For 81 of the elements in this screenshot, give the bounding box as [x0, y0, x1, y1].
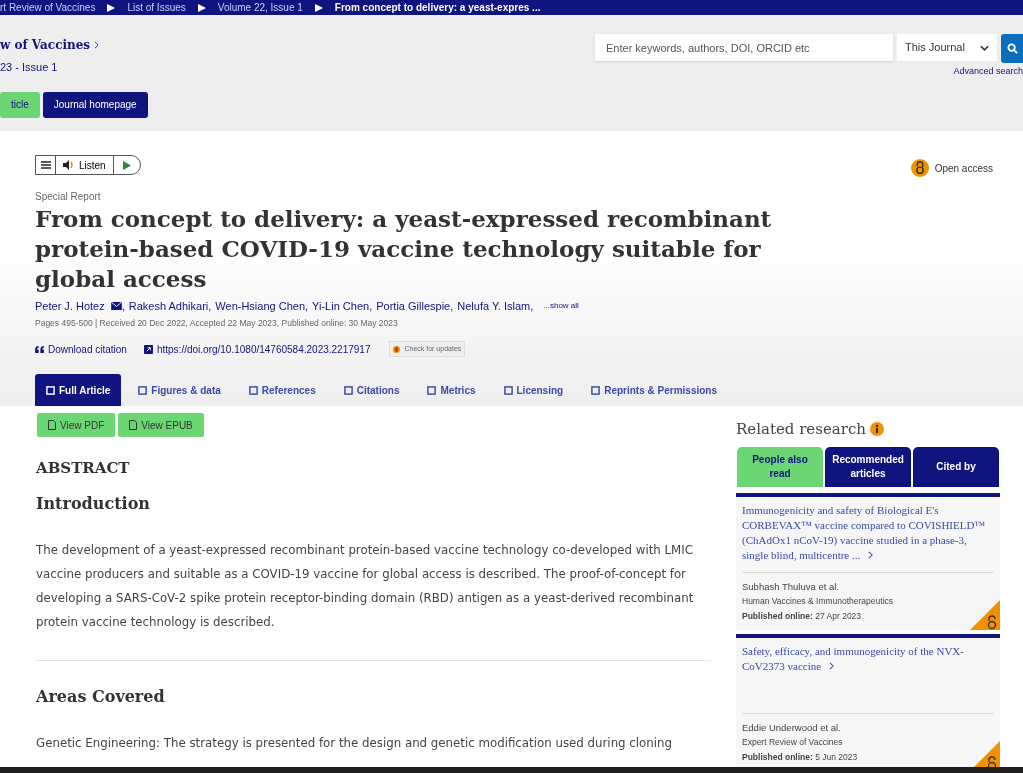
chevron-icon [829, 661, 835, 670]
advanced-search-link[interactable]: Advanced search [953, 65, 1023, 79]
author-separator: , [305, 299, 309, 314]
show-all-link[interactable]: ...show all [543, 300, 579, 313]
author-separator: , [121, 299, 125, 314]
related-authors: Eddie Underwood et al. [742, 720, 842, 735]
author-separator: , [208, 299, 212, 314]
breadcrumb-link[interactable]: From concept to delivery: a yeast-expres ... [334, 0, 541, 15]
arrow-icon [107, 3, 116, 12]
related-date: Published online: 27 Apr 2023 [742, 609, 863, 623]
related-journal: Expert Review of Vaccines [742, 735, 844, 749]
related-article-link[interactable]: Safety, efficacy, and immunogenicity of the NVX-CoV2373 vaccine [742, 643, 994, 707]
article-type: Special Report [35, 190, 102, 204]
article-tab[interactable]: References [237, 374, 327, 406]
search-button[interactable] [1001, 34, 1023, 63]
email-icon [110, 302, 122, 311]
search-icon [1006, 43, 1018, 54]
chevron-icon [868, 550, 874, 559]
breadcrumb-link[interactable]: rt Review of Vaccines [0, 0, 96, 15]
author-separator: , [450, 299, 454, 314]
article-tab[interactable]: Licensing [492, 374, 575, 406]
tab-icon [591, 385, 601, 395]
quote-icon [35, 345, 44, 353]
listen-button[interactable]: Listen [56, 156, 114, 174]
open-access-label: Open access [934, 161, 993, 176]
view-button[interactable]: View EPUB [118, 413, 204, 437]
article-tab[interactable]: Citations [332, 374, 411, 406]
author-link[interactable]: Peter J. Hotez [35, 298, 105, 315]
tab-icon [343, 385, 353, 395]
author-link[interactable]: Wen-Hsiang Chen [215, 298, 305, 315]
journal-title[interactable]: w of Vaccines [0, 36, 91, 54]
article-tab[interactable]: Full Article [35, 374, 122, 406]
scope-dropdown[interactable]: This Journal [897, 34, 997, 61]
section-text: Genetic Engineering: The strategy is presented for the design and genetic modification used during cloning [36, 734, 674, 752]
breadcrumb-link[interactable]: Volume 22, Issue 1 [217, 0, 303, 15]
open-access-icon [910, 159, 929, 177]
abstract-heading: ABSTRACT [36, 458, 131, 479]
tab-icon [503, 385, 513, 395]
article-tab[interactable]: Metrics [416, 374, 487, 406]
article-tab[interactable]: Reprints & Permissions [580, 374, 728, 406]
document-icon [48, 420, 56, 430]
author-separator: , [369, 299, 373, 314]
related-tab[interactable]: People also read [737, 446, 823, 487]
menu-icon [40, 161, 51, 169]
related-research-heading: Related research [736, 419, 866, 440]
article-title: From concept to delivery: a yeast-expressed recombinant protein-based COVID-19 vaccine technology suitable for global access [35, 204, 773, 294]
arrow-icon [197, 3, 206, 12]
play-icon [122, 160, 131, 170]
tab-icon [427, 385, 437, 395]
header-button[interactable]: ticle [0, 91, 40, 118]
author-link[interactable]: Nelufa Y. Islam, [457, 298, 534, 315]
related-article-link[interactable]: Immunogenicity and safety of Biological E's CORBEVAX™ vaccine compared to COVISHIELD™ (ChAdOx1 nCoV-19) vaccine studied in a phase-3, single blind, multicentre ... [742, 502, 994, 566]
chevron-icon [94, 41, 100, 49]
related-journal: Human Vaccines & Immunotherapeutics [742, 594, 895, 608]
section-heading: Areas Covered [36, 685, 166, 708]
header-button[interactable]: Journal homepage [42, 91, 148, 118]
author-link[interactable]: Portia Gillespie [376, 298, 451, 315]
open-access-corner-icon [970, 599, 1000, 630]
view-button[interactable]: View PDF [37, 413, 116, 437]
tab-icon [248, 385, 258, 395]
doi-link[interactable]: https://doi.org/10.1080/14760584.2023.2217917 [156, 341, 371, 357]
related-tab[interactable]: Recommended articles [825, 446, 911, 487]
document-icon [129, 420, 138, 430]
breadcrumb-link[interactable]: List of Issues [127, 0, 186, 15]
tab-icon [138, 385, 148, 395]
section-heading: Introduction [36, 492, 151, 515]
speaker-icon [63, 160, 75, 170]
tab-icon [46, 385, 55, 395]
article-tab[interactable]: Figures & data [127, 374, 232, 406]
info-icon [870, 422, 884, 437]
search-field[interactable]: Enter keywords, authors, DOI, ORCID etc [595, 34, 893, 61]
article-meta: Pages 495-500 | Received 20 Dec 2022, Accepted 22 May 2023, Published online: 30 May 2023 [35, 316, 399, 330]
link-icon [143, 344, 153, 354]
section-text: The development of a yeast-expressed recombinant protein-based vaccine technology co-developed with LMIC vaccine producers and suitable as a COVID-19 vaccine for global access is described. The proof-of-concept for developing a SARS-CoV-2 spike protein receptor-binding domain (RBD) antigen as a yeast-derived recombinant protein vaccine technology is described. [36, 541, 695, 631]
related-tab[interactable]: Cited by [913, 446, 999, 487]
arrow-icon [314, 3, 323, 12]
issue-link[interactable]: 23 - Issue 1 [0, 59, 595, 76]
related-authors: Subhash Thuluva et al. [742, 579, 840, 594]
caret-icon [980, 44, 989, 51]
related-date: Published online: 5 Jun 2023 [742, 750, 859, 764]
download-citation-link[interactable]: Download citation [48, 341, 127, 357]
